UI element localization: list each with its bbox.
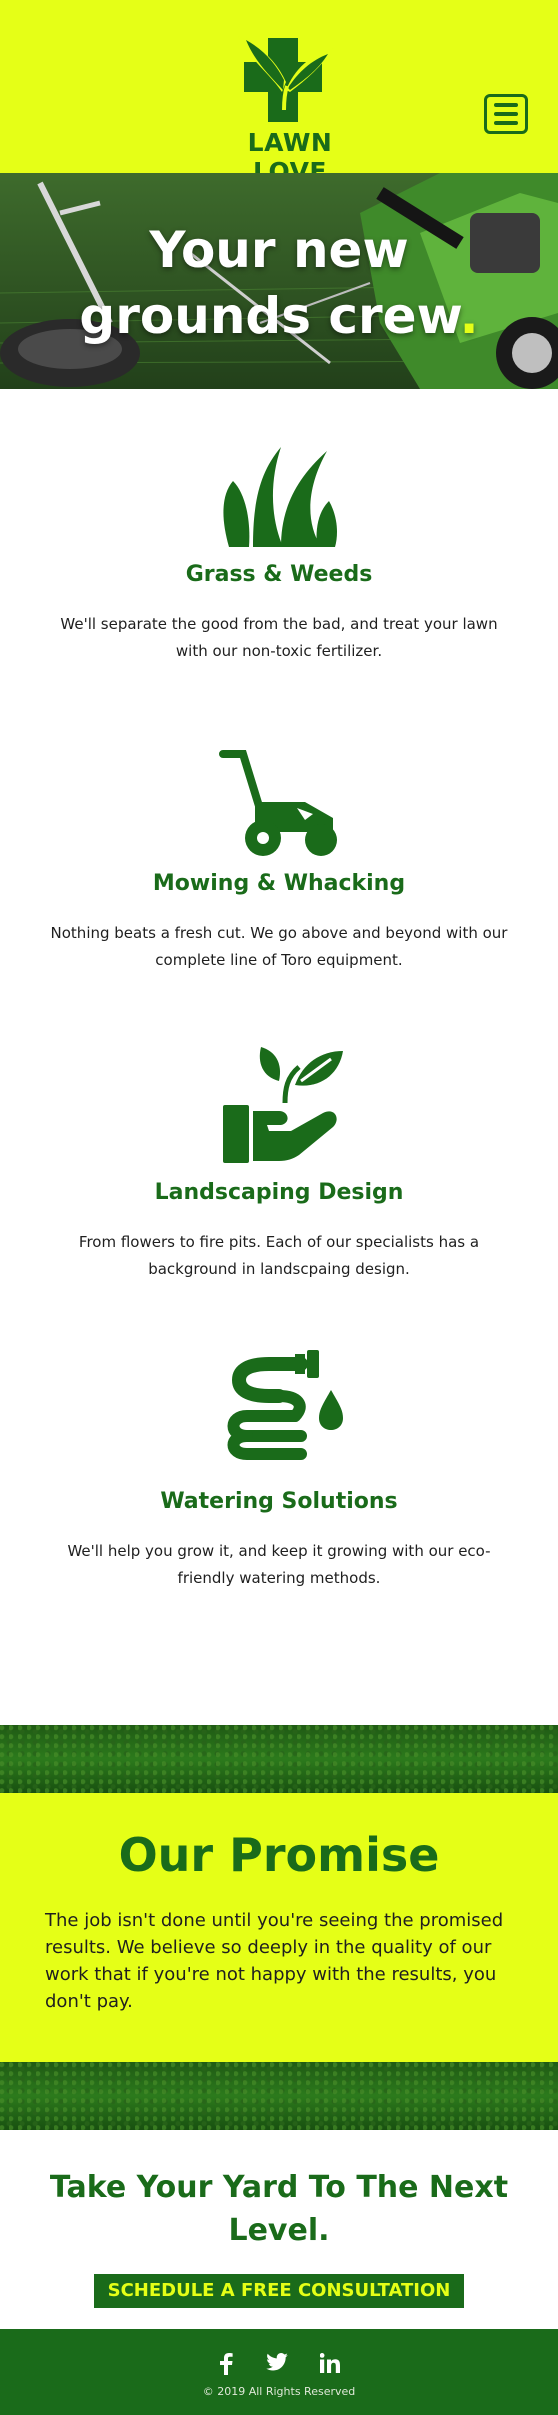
service-description: From flowers to fire pits. Each of our s…: [78, 1233, 480, 1278]
grass-divider-top: [0, 1725, 558, 1793]
services-list: Grass & Weeds We'll separate the good fr…: [0, 389, 558, 1659]
hero-banner: Your new grounds crew.: [0, 173, 558, 389]
grass-icon: [223, 447, 337, 547]
site-footer: © 2019 All Rights Reserved: [0, 2329, 558, 2415]
service-title: Watering Solutions: [160, 1489, 398, 1514]
service-title: Grass & Weeds: [185, 562, 373, 587]
service-landscaping-design: Landscaping Design From flowers to fire …: [0, 1041, 558, 1350]
service-description: Nothing beats a fresh cut. We go above a…: [50, 924, 508, 969]
service-title: Mowing & Whacking: [152, 871, 406, 896]
plant-in-hand-icon: [223, 1047, 343, 1163]
promise-section: Our Promise The job isn't done until you…: [0, 1793, 558, 2062]
linkedin-icon[interactable]: [320, 2353, 340, 2373]
promise-title: Our Promise: [118, 1828, 440, 1882]
service-mowing-whacking: Mowing & Whacking Nothing beats a fresh …: [0, 732, 558, 1041]
hero-title: Your new grounds crew.: [79, 221, 479, 345]
hamburger-icon: [494, 103, 518, 107]
service-watering-solutions: Watering Solutions We'll help you grow i…: [0, 1350, 558, 1659]
service-grass-weeds: Grass & Weeds We'll separate the good fr…: [0, 423, 558, 732]
schedule-consultation-button[interactable]: SCHEDULE A FREE CONSULTATION: [93, 2274, 465, 2308]
brand-logo[interactable]: LAWN LOVE: [210, 30, 370, 186]
service-description: We'll help you grow it, and keep it grow…: [67, 1542, 491, 1587]
menu-button[interactable]: [484, 94, 528, 134]
grass-divider-bottom: [0, 2062, 558, 2130]
service-title: Landscaping Design: [154, 1180, 404, 1205]
cross-leaf-logo-icon: [238, 36, 334, 122]
twitter-icon[interactable]: [266, 2353, 288, 2371]
cta-title: Take Your Yard To The Next Level.: [49, 2170, 509, 2248]
site-header: LAWN LOVE: [0, 0, 558, 186]
lawn-mower-icon: [219, 750, 337, 856]
facebook-icon[interactable]: [218, 2353, 234, 2375]
cta-section: Take Your Yard To The Next Level. SCHEDU…: [0, 2130, 558, 2329]
promise-text: The job isn't done until you're seeing t…: [45, 1910, 504, 2012]
social-links: [0, 2329, 558, 2375]
copyright-text: © 2019 All Rights Reserved: [202, 2385, 356, 2398]
water-hose-icon: [227, 1350, 343, 1460]
service-description: We'll separate the good from the bad, an…: [60, 615, 498, 660]
